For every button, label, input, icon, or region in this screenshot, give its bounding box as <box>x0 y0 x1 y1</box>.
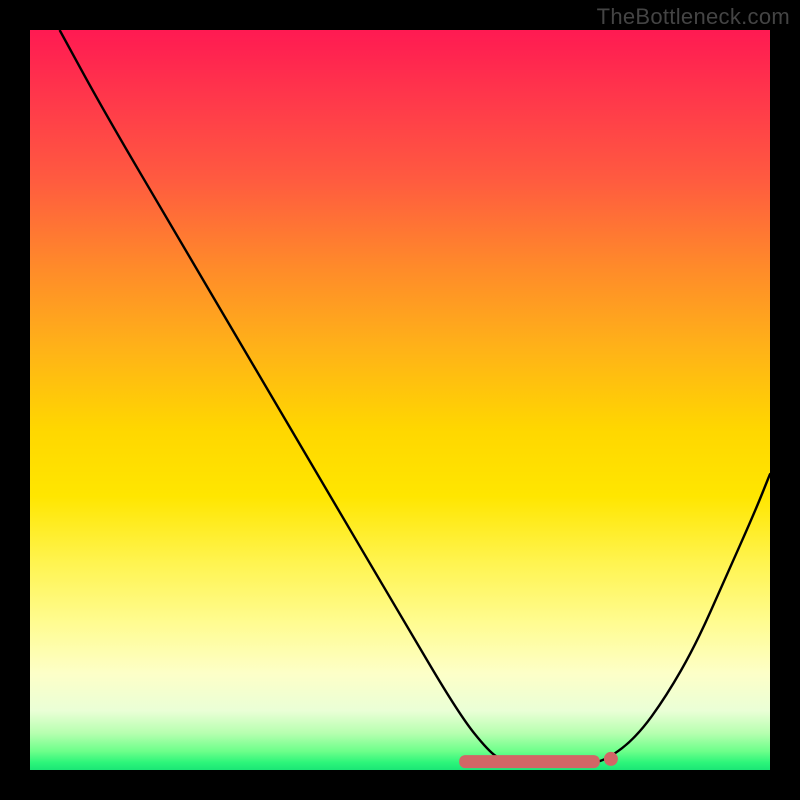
watermark-text: TheBottleneck.com <box>597 4 790 30</box>
bottleneck-curve <box>60 30 770 766</box>
chart-frame: TheBottleneck.com <box>0 0 800 800</box>
chart-plot-area <box>30 30 770 770</box>
chart-svg <box>30 30 770 770</box>
flat-zone-end-dot <box>604 752 618 766</box>
flat-zone-marker <box>459 755 600 768</box>
